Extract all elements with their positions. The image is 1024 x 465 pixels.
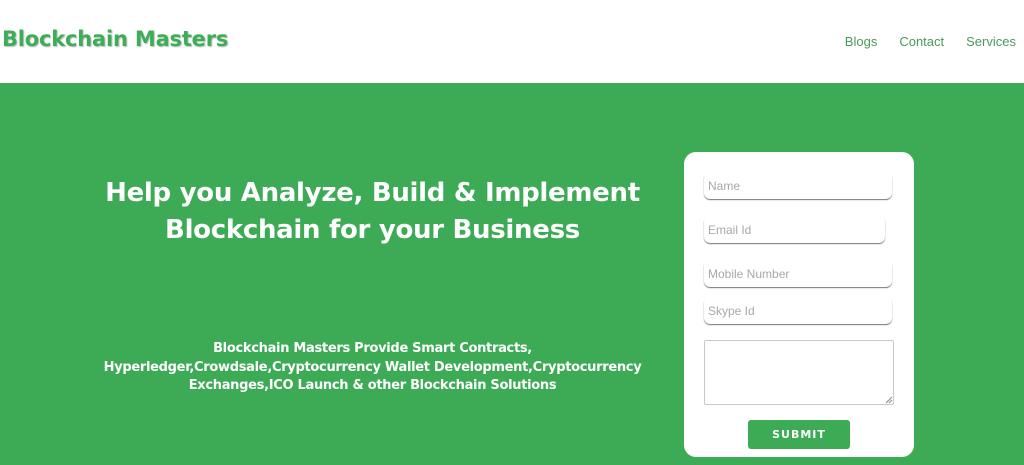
contact-form: SUBMIT [684,152,914,457]
hero-headline-line-1: Help you Analyze, Build & Implement [105,178,640,208]
hero-subtext-line-3: Exchanges,ICO Launch & other Blockchain … [188,378,557,393]
nav-link-contact[interactable]: Contact [899,34,944,49]
skype-id-input[interactable] [704,297,892,324]
site-header: Blockchain Masters Blogs Contact Service… [0,0,1024,83]
nav-link-services[interactable]: Services [966,34,1016,49]
submit-button[interactable]: SUBMIT [748,420,850,449]
hero-headline-line-2: Blockchain for your Business [165,215,580,245]
hero-subtext-line-1: Blockchain Masters Provide Smart Contrac… [213,341,532,356]
mobile-number-input[interactable] [704,260,892,287]
message-textarea[interactable] [704,340,894,405]
name-input[interactable] [704,172,892,199]
nav-link-blogs[interactable]: Blogs [845,34,878,49]
hero-subtext: Blockchain Masters Provide Smart Contrac… [100,340,645,396]
main-nav: Blogs Contact Services [845,34,1016,49]
site-logo[interactable]: Blockchain Masters [2,27,228,51]
resize-grip-icon[interactable] [885,396,893,404]
email-input[interactable] [704,216,885,243]
hero-subtext-line-2: Hyperledger,Crowdsale,Cryptocurrency Wal… [103,359,642,375]
hero-headline: Help you Analyze, Build & Implement Bloc… [100,175,645,249]
